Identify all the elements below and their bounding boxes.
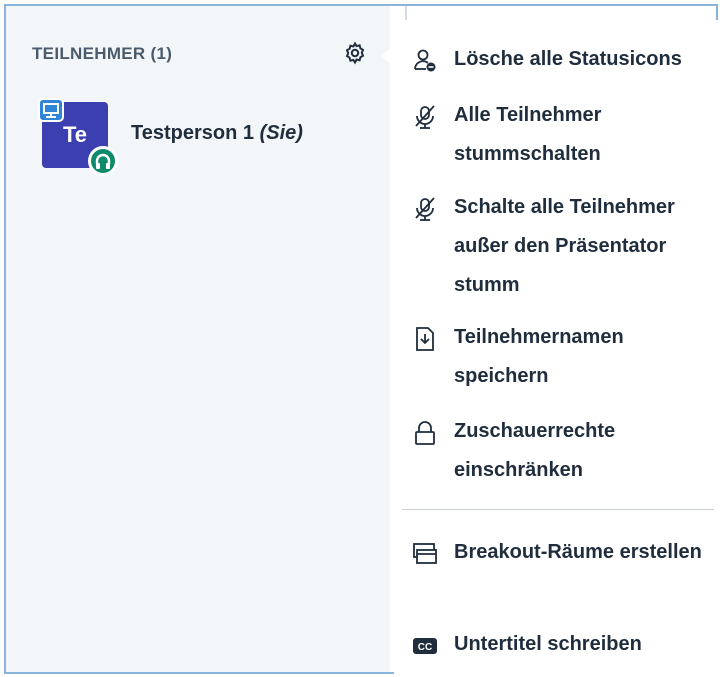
- user-clear-status-icon: [412, 48, 438, 74]
- menu-item-restrict-viewers[interactable]: Zuschauerrechte einschränken: [394, 412, 720, 492]
- menu-item-clear-status[interactable]: Lösche alle Statusicons: [394, 40, 720, 82]
- menu-label: Untertitel schreiben: [454, 633, 642, 655]
- menu-item-mute-all-except-presenter[interactable]: Schalte alle Teilnehmer außer den Präsen…: [394, 188, 720, 306]
- participant-name: Testperson 1 (Sie): [131, 122, 303, 145]
- settings-gear-icon[interactable]: [343, 41, 367, 65]
- participant-name-text: Testperson 1: [131, 122, 260, 144]
- mic-off-icon: [412, 196, 438, 222]
- menu-label: Teilnehmernamen speichern: [454, 326, 624, 387]
- file-download-icon: [412, 326, 438, 352]
- menu-item-mute-all[interactable]: Alle Teilnehmer stummschalten: [394, 96, 720, 176]
- lock-icon: [412, 420, 438, 446]
- menu-item-save-names[interactable]: Teilnehmernamen speichern: [394, 318, 720, 398]
- participant-self-suffix: (Sie): [259, 122, 303, 144]
- menu-caret: [381, 44, 395, 68]
- participants-header: TEILNEHMER (1): [32, 44, 173, 63]
- menu-label: Zuschauerrechte einschränken: [454, 420, 616, 481]
- menu-label: Breakout-Räume erstellen: [454, 541, 702, 563]
- closed-captions-icon: CC: [412, 633, 438, 659]
- participants-settings-menu: Lösche alle Statusicons Alle Teilnehmer …: [394, 20, 720, 674]
- panel-divider: [405, 6, 407, 20]
- breakout-rooms-icon: [412, 541, 438, 567]
- menu-item-write-captions[interactable]: CC Untertitel schreiben: [394, 625, 720, 667]
- menu-label: Schalte alle Teilnehmer außer den Präsen…: [454, 196, 675, 296]
- menu-label: Alle Teilnehmer stummschalten: [454, 104, 602, 165]
- headphones-icon: [88, 146, 118, 176]
- menu-divider: [402, 509, 714, 510]
- menu-item-breakout-rooms[interactable]: Breakout-Räume erstellen: [394, 533, 720, 613]
- presenter-icon: [38, 98, 64, 122]
- avatar-initials: Te: [62, 122, 88, 147]
- menu-label: Lösche alle Statusicons: [454, 48, 682, 70]
- mic-off-icon: [412, 104, 438, 130]
- svg-text:CC: CC: [418, 642, 432, 653]
